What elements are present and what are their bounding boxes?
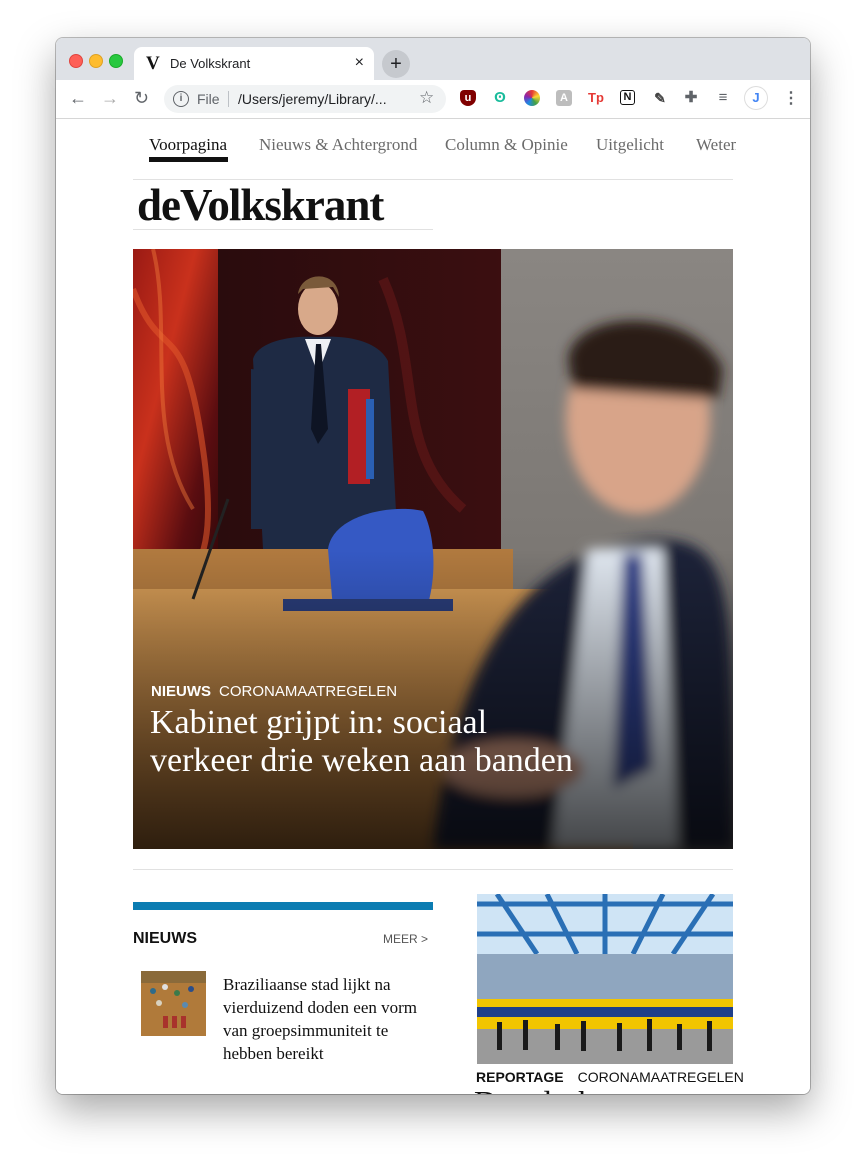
section-accent-bar [133,902,433,910]
reading-list-icon[interactable]: ≡ [715,90,731,106]
eyedropper-icon[interactable]: ✎ [652,90,668,106]
tab-close-icon[interactable]: × [355,54,364,72]
reportage-headline[interactable]: Dag,drukte [474,1084,617,1094]
story-thumbnail-image [141,971,206,1036]
tab-title: De Volkskrant [170,56,251,71]
hero-tag-nieuws[interactable]: NIEUWS [151,683,211,700]
browser-window: V De Volkskrant × + ← → ↻ i File /Users/… [56,38,810,1094]
reportage-thumbnail[interactable] [477,894,733,1064]
nav-weten[interactable]: Weten [696,135,736,155]
reload-icon[interactable]: ↻ [134,88,149,109]
story-thumbnail[interactable] [141,971,206,1036]
new-tab-button[interactable]: + [382,50,410,78]
hero-tags: NIEUWS CORONAMAATREGELEN [151,683,397,700]
section-title: NIEUWS [133,930,197,947]
nav-uitgelicht[interactable]: Uitgelicht [596,135,664,155]
scheme-label: File [197,91,220,107]
nav-nieuws-achtergrond[interactable]: Nieuws & Achtergrond [259,135,417,155]
forward-icon[interactable]: → [101,88,119,109]
hero-article[interactable]: NIEUWS CORONAMAATREGELEN Kabinet grijpt i… [133,249,733,849]
browser-toolbar: ← → ↻ i File /Users/jeremy/Library/... ☆… [56,80,810,119]
close-window-button[interactable] [69,54,83,68]
color-picker-icon[interactable] [524,90,540,106]
tab-strip: V De Volkskrant × + [56,38,810,80]
address-bar[interactable]: i File /Users/jeremy/Library/... ☆ [164,85,446,113]
section-divider [133,869,733,870]
notion-icon[interactable]: N [620,90,635,105]
minimize-window-button[interactable] [89,54,103,68]
typepad-icon[interactable]: Tp [588,90,604,106]
menu-kebab-icon[interactable]: ⋮ [783,88,799,108]
volkskrant-favicon-icon: V [146,53,160,74]
reportage-tags: REPORTAGE CORONAMAATREGELEN [476,1069,744,1085]
volkskrant-logo[interactable]: deVolkskrant [137,179,384,231]
station-photo [477,894,733,1064]
section-nav: Voorpagina Nieuws & Achtergrond Column &… [149,135,736,163]
tag-reportage[interactable]: REPORTAGE [476,1069,564,1085]
bookmark-star-icon[interactable]: ☆ [419,88,434,108]
active-nav-underline [149,157,228,162]
tab-de-volkskrant[interactable]: V De Volkskrant × [134,47,374,80]
nav-voorpagina[interactable]: Voorpagina [149,135,227,155]
profile-avatar-icon[interactable]: J [745,87,767,109]
webpage: Voorpagina Nieuws & Achtergrond Column &… [56,119,810,1094]
a-icon[interactable]: A [556,90,572,106]
story-headline[interactable]: Braziliaanse stad lijkt na vierduizend d… [223,973,423,1065]
address-divider [228,91,229,107]
url-text[interactable]: /Users/jeremy/Library/... [238,91,387,107]
ghost-icon[interactable]: ʘ [492,90,508,106]
more-link[interactable]: MEER > [383,932,428,946]
hero-tag-corona[interactable]: CORONAMAATREGELEN [219,683,397,700]
ublock-origin-icon[interactable]: u [460,90,476,106]
logo-divider [133,229,433,230]
puzzle-extensions-icon[interactable]: ✚ [683,90,699,106]
zoom-window-button[interactable] [109,54,123,68]
site-info-icon[interactable]: i [173,91,189,107]
back-icon[interactable]: ← [69,88,87,109]
tag-coronamaatregelen[interactable]: CORONAMAATREGELEN [578,1069,744,1085]
nav-column-opinie[interactable]: Column & Opinie [445,135,568,155]
hero-headline[interactable]: Kabinet grijpt in: sociaal verkeer drie … [150,704,590,780]
